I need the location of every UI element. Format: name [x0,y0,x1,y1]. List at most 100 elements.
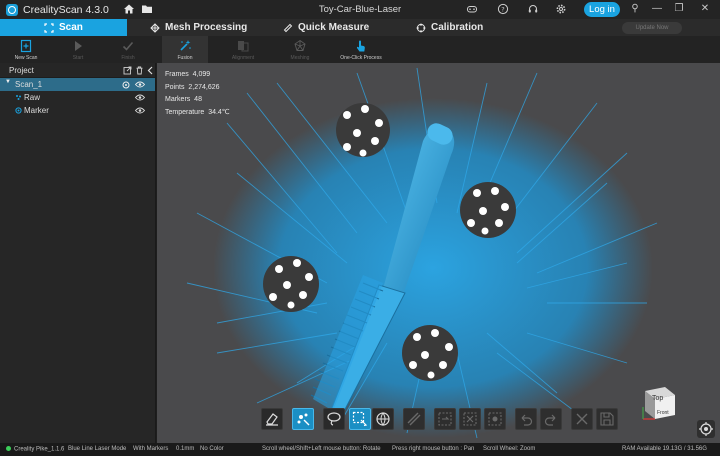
recenter-button[interactable] [697,420,715,438]
globe-select-icon [376,412,390,426]
visibility-eye-icon[interactable] [135,81,145,88]
save-button[interactable] [596,408,618,430]
ram-available: RAM Available 19.13G / 31.56G [622,446,707,452]
settings-gear-icon[interactable] [555,3,567,15]
tab-mesh-processing[interactable]: Mesh Processing [150,19,260,36]
delete-icon[interactable] [135,66,144,75]
rect-select-tool-button[interactable] [349,408,371,430]
scan-icon [44,22,54,33]
clear-selection-icon [463,412,477,426]
app-name: CrealityScan 4.3.0 [23,3,109,16]
home-icon[interactable] [123,3,135,15]
finish-label: Finish [121,55,135,61]
new-scan-icon [20,39,32,53]
eraser-tool-button[interactable] [261,408,283,430]
invert-selection-button[interactable] [434,408,456,430]
visibility-eye-icon[interactable] [135,107,145,114]
tab-quick-measure[interactable]: Quick Measure [283,19,393,36]
3d-viewport[interactable]: Frames 4,099 Points 2,274,626 Markers 48… [157,63,720,443]
tree-item-scan[interactable]: ▼ Scan_1 [0,78,155,91]
finish-button[interactable]: Finish [105,36,151,63]
window-pin-icon[interactable]: ⚲ [628,2,642,16]
app-logo-icon [6,3,18,16]
view-cube-top[interactable]: Top [652,395,663,402]
delete-x-icon [576,413,588,425]
invert-selection-icon [438,412,452,426]
restore-icon[interactable]: ❐ [672,2,686,16]
expand-arrow-icon[interactable]: ▼ [5,79,11,85]
frames-stat: Frames 4,099 [165,71,211,78]
scan-settings-icon[interactable] [122,81,130,89]
point-select-tool-button[interactable] [292,408,314,430]
folder-icon[interactable] [141,3,153,15]
isolate-selection-button[interactable] [484,408,506,430]
fusion-button[interactable]: Fusion [162,36,208,63]
undo-icon [521,414,533,426]
scan-mode: Blue Line Laser Mode [68,446,127,452]
save-disk-icon [600,412,614,426]
export-icon[interactable] [123,66,132,75]
marker-mode: With Markers [133,446,169,452]
eraser-icon [266,413,278,426]
headset-icon[interactable] [527,3,539,15]
minimize-icon[interactable]: — [650,2,664,16]
tab-measure-label: Quick Measure [298,22,370,33]
login-button[interactable]: Log in [584,2,620,17]
help-icon[interactable]: ? [497,3,509,15]
view-cube-front[interactable]: Front [657,410,669,416]
meshing-label: Meshing [290,55,310,61]
plane-cut-icon [407,412,421,426]
undo-button[interactable] [515,408,537,430]
scan-stats: Frames 4,099 Points 2,274,626 Markers 48… [165,69,230,119]
redo-button[interactable] [540,408,562,430]
marker-sphere [460,182,516,238]
tree-item-marker[interactable]: Marker [0,104,155,117]
meshing-button[interactable]: Meshing [277,36,323,63]
marker-sphere [336,103,390,157]
tab-scan-label: Scan [59,22,83,33]
view-cube[interactable]: Top Front [641,385,677,421]
visibility-eye-icon[interactable] [135,94,145,101]
clear-selection-button[interactable] [459,408,481,430]
frames-value: 4,099 [192,71,211,78]
lasso-tool-button[interactable] [323,408,345,430]
locate-target-icon [699,422,713,436]
point-select-icon [297,413,310,426]
close-icon[interactable]: ✕ [698,2,712,16]
marker-label: Marker [24,106,49,115]
collapse-panel-icon[interactable] [146,66,155,75]
tree-item-raw[interactable]: Raw [0,91,155,104]
main-tabs: Scan Mesh Processing Quick Measure Calib… [0,19,720,36]
alignment-button[interactable]: Alignment [220,36,266,63]
new-scan-button[interactable]: New Scan [3,36,49,63]
start-button[interactable]: Start [55,36,101,63]
marker-sphere [402,325,458,381]
delete-selection-button[interactable] [571,408,593,430]
plane-cut-tool-button[interactable] [403,408,425,430]
one-click-process-button[interactable]: One-Click Process [336,36,386,63]
project-title: Project [9,65,34,75]
sphere-select-tool-button[interactable] [372,408,394,430]
tab-scan[interactable]: Scan [0,19,127,36]
resolution: 0.1mm [176,446,195,452]
mesh-icon [150,22,160,33]
tab-calibration[interactable]: Calibration [416,19,526,36]
gamepad-icon[interactable] [466,3,478,15]
temperature-value: 34.4℃ [208,108,230,116]
start-label: Start [72,55,84,61]
scan-render [186,67,658,439]
play-icon [75,41,82,51]
one-click-label: One-Click Process [340,55,382,61]
rotate-hint: Scroll wheel/Shift+Left mouse button: Ro… [262,446,381,452]
crosshair-icon [416,23,426,32]
marker-sphere [263,256,319,312]
raw-label: Raw [24,93,41,102]
title-bar: CrealityScan 4.3.0 Toy-Car-Blue-Laser ? … [0,0,720,19]
scan-toolbar: New Scan Start Finish Fusion Alignment M… [0,36,720,63]
scan-name: Scan_1 [15,80,43,89]
check-icon [122,41,134,51]
fusion-label: Fusion [177,55,193,61]
device-status: Creality Pike_1.1.6 [6,446,64,453]
marker-dot-icon [15,107,22,114]
update-button[interactable]: Update Now [622,22,682,34]
